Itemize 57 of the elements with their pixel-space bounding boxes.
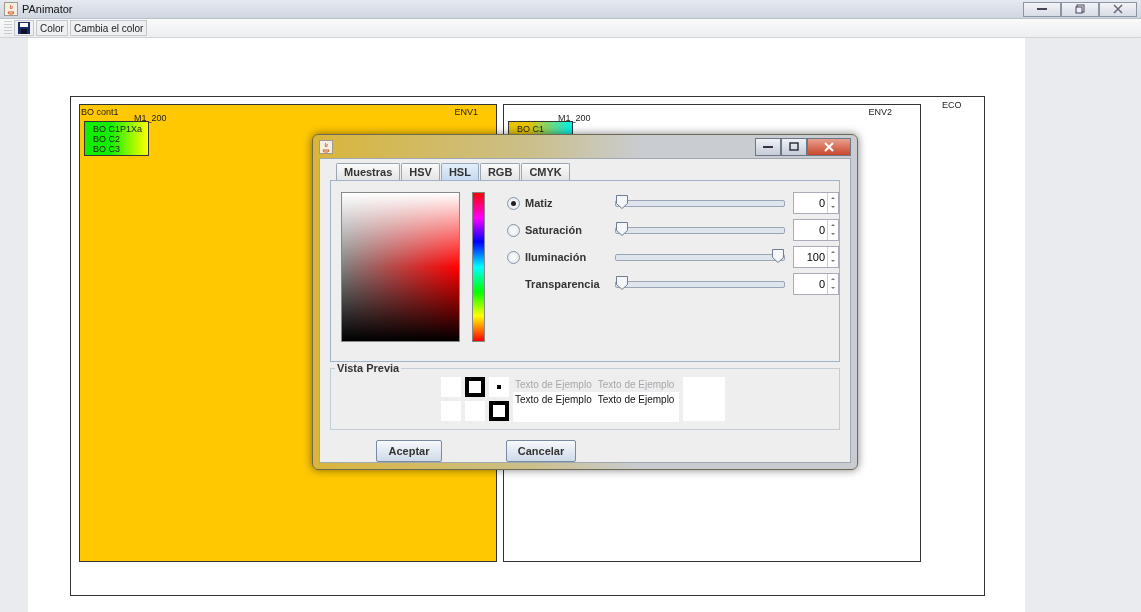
hue-bar[interactable] xyxy=(471,192,485,342)
tab[interactable]: HSL xyxy=(440,163,479,180)
close-icon xyxy=(824,141,834,152)
minimize-button[interactable] xyxy=(1023,1,1061,17)
slider-thumb[interactable] xyxy=(772,248,784,263)
preview-title: Vista Previa xyxy=(335,362,402,374)
number-spinner[interactable]: 0 xyxy=(793,273,839,295)
object-label: BO C1 xyxy=(517,124,545,134)
environment-label: ENV1 xyxy=(454,107,478,117)
dialog-button[interactable]: Cancelar xyxy=(506,440,576,462)
sample-text: Texto de Ejemplo xyxy=(597,393,675,405)
color-field[interactable] xyxy=(341,192,460,342)
dialog-button[interactable]: Aceptar xyxy=(376,440,442,462)
restore-icon xyxy=(1075,4,1085,14)
eco-label: ECO xyxy=(942,100,962,110)
number-spinner[interactable]: 0 xyxy=(793,192,839,214)
radio-option[interactable]: Matiz xyxy=(507,193,607,213)
tag-label: M1_200 xyxy=(134,113,167,123)
toolbar-button[interactable]: Cambia el color xyxy=(69,20,148,36)
maximize-icon xyxy=(789,142,799,151)
object-label: BO C3 xyxy=(93,144,121,154)
slider-thumb[interactable] xyxy=(616,194,628,209)
object-label: BO C1P1Xa xyxy=(93,124,144,134)
radio-button[interactable] xyxy=(507,250,520,264)
radio-option[interactable]: Saturación xyxy=(507,220,607,240)
window-title: PAnimator xyxy=(22,3,73,15)
tab[interactable]: HSV xyxy=(401,163,440,180)
slider-thumb[interactable] xyxy=(616,221,628,236)
java-icon xyxy=(4,2,18,16)
maximize-button[interactable] xyxy=(781,137,807,156)
number-spinner[interactable]: 100 xyxy=(793,246,839,268)
swatch-pattern-drawing xyxy=(441,377,509,421)
sample-text: Texto de Ejemplo xyxy=(597,378,675,390)
number-spinner[interactable]: 0 xyxy=(793,219,839,241)
minimize-button[interactable] xyxy=(755,137,781,156)
minimize-icon xyxy=(1037,7,1047,11)
java-icon xyxy=(319,139,333,154)
tab[interactable]: CMYK xyxy=(521,163,570,180)
close-icon xyxy=(1113,4,1123,14)
sample-text: Texto de Ejemplo xyxy=(515,378,592,390)
tab[interactable]: Muestras xyxy=(336,163,401,180)
radio-button[interactable] xyxy=(507,223,520,237)
toolbar-grip[interactable] xyxy=(4,21,12,35)
close-button[interactable] xyxy=(1099,1,1137,17)
environment-label: ENV2 xyxy=(868,107,892,117)
tag-label: M1_200 xyxy=(558,113,591,123)
radio-button[interactable] xyxy=(507,196,520,210)
tab[interactable]: RGB xyxy=(479,163,521,180)
sample-text: Texto de Ejemplo xyxy=(515,393,592,405)
close-button[interactable] xyxy=(807,137,851,156)
radio-option[interactable]: Iluminación xyxy=(507,247,607,267)
field-label: Transparencia xyxy=(524,278,601,290)
slider-thumb[interactable] xyxy=(616,275,628,290)
object-label: BO C2 xyxy=(93,134,121,144)
owner-label: BO cont1 xyxy=(81,107,119,117)
save-button[interactable] xyxy=(14,20,34,36)
toolbar-button[interactable]: Color xyxy=(36,20,68,36)
